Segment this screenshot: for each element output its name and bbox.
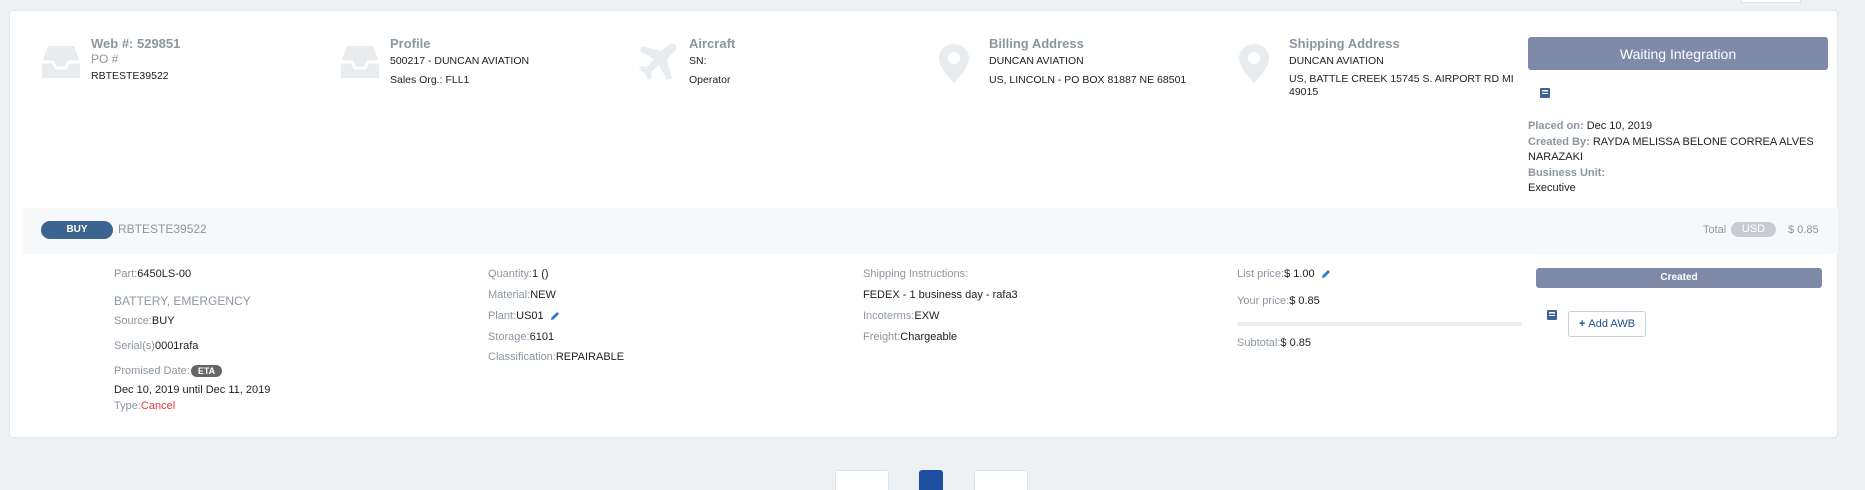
add-awb-label: Add AWB (1588, 318, 1636, 330)
part-description: BATTERY, EMERGENCY (114, 294, 251, 308)
total-label: Total (1703, 224, 1727, 236)
inbox-icon (339, 40, 381, 82)
billing-info: Billing Address DUNCAN AVIATION US, LINC… (989, 36, 1186, 90)
placed-on-value: Dec 10, 2019 (1586, 120, 1653, 132)
profile-customer: 500217 - DUNCAN AVIATION (390, 55, 530, 67)
pagination-next[interactable] (974, 470, 1028, 490)
airplane-icon (638, 40, 680, 82)
edit-price-pencil-icon[interactable] (1321, 269, 1331, 279)
map-pin-icon (1235, 42, 1273, 84)
item-status-badge: Created (1536, 268, 1822, 288)
material-value: NEW (530, 289, 556, 301)
profile-sales-org: Sales Org.: FLL1 (390, 74, 470, 86)
shipping-instructions-value: FEDEX - 1 business day - rafa3 (863, 289, 1018, 301)
freight-value: Chargeable (900, 331, 958, 343)
list-price-value: $ 1.00 (1284, 268, 1315, 280)
aircraft-title: Aircraft (689, 36, 736, 51)
order-meta: Placed on: Dec 10, 2019 Created By: RAYD… (1528, 119, 1828, 197)
pagination-prev[interactable] (835, 470, 889, 490)
eta-badge: ETA (190, 365, 223, 378)
order-number: RBTESTE39522 (118, 222, 207, 236)
shipping-instructions-label: Shipping Instructions: (863, 268, 969, 280)
billing-name: DUNCAN AVIATION (989, 55, 1084, 67)
promised-date-row: Promised Date: ETA (114, 365, 223, 378)
your-price-row: Your price:$ 0.85 (1237, 295, 1320, 307)
incoterms-row: Incoterms:EXW (863, 310, 940, 322)
top-tab-remnant (1741, 0, 1801, 3)
list-price-row: List price:$ 1.00 (1237, 268, 1331, 280)
map-pin-icon (935, 42, 973, 84)
type-row: Type:Cancel (114, 400, 176, 412)
subtotal-row: Subtotal:$ 0.85 (1237, 337, 1312, 349)
plant-row: Plant:US01 (488, 310, 560, 322)
billing-address: US, LINCOLN - PO BOX 81887 NE 68501 (989, 74, 1187, 86)
freight-row: Freight:Chargeable (863, 331, 958, 343)
business-unit-label: Business Unit: (1528, 166, 1606, 179)
aircraft-operator: Operator (689, 74, 731, 86)
add-awb-button[interactable]: + Add AWB (1568, 311, 1646, 337)
inbox-icon (40, 40, 82, 82)
source-value: BUY (151, 315, 175, 327)
source-row: Source:BUY (114, 315, 175, 327)
subtotal-value: $ 0.85 (1280, 337, 1312, 349)
po-label: PO # (91, 52, 119, 66)
web-info: Web #: 529851 PO # RBTESTE39522 (91, 36, 180, 86)
po-number: RBTESTE39522 (91, 70, 169, 82)
quantity-value: 1 () (532, 268, 549, 280)
storage-row: Storage:6101 (488, 331, 555, 343)
aircraft-sn: SN: (689, 55, 707, 67)
quantity-row: Quantity:1 () (488, 268, 549, 280)
part-row: Part:6450LS-00 (114, 268, 192, 280)
your-price-value: $ 0.85 (1289, 295, 1320, 307)
currency-badge: USD (1731, 222, 1776, 237)
business-unit-value: Executive (1528, 182, 1576, 194)
serial-row: Serial(s)0001rafa (114, 340, 199, 352)
order-summary-bar (23, 208, 1838, 254)
classification-row: Classification:REPAIRABLE (488, 351, 625, 363)
classification-value: REPAIRABLE (555, 351, 625, 363)
placed-on-label: Placed on: (1528, 120, 1584, 132)
web-number: Web #: 529851 (91, 36, 181, 51)
plant-value: US01 (516, 310, 544, 322)
type-value: Cancel (140, 400, 176, 412)
material-row: Material:NEW (488, 289, 556, 301)
book-icon[interactable] (1546, 308, 1558, 320)
profile-info: Profile 500217 - DUNCAN AVIATION Sales O… (390, 36, 529, 90)
billing-title: Billing Address (989, 36, 1084, 51)
order-type-badge: BUY (41, 221, 113, 239)
book-icon[interactable] (1539, 86, 1551, 98)
shipping-info: Shipping Address DUNCAN AVIATION US, BAT… (1289, 36, 1529, 99)
storage-value: 6101 (529, 331, 555, 343)
order-status-badge: Waiting Integration (1528, 37, 1828, 70)
total-value: $ 0.85 (1788, 224, 1819, 236)
promised-range: Dec 10, 2019 until Dec 11, 2019 (114, 384, 271, 396)
plus-icon: + (1578, 318, 1586, 330)
serial-value: 0001rafa (154, 340, 199, 352)
price-divider (1237, 322, 1522, 326)
shipping-title: Shipping Address (1289, 36, 1400, 51)
incoterms-value: EXW (914, 310, 940, 322)
aircraft-info: Aircraft SN: Operator (689, 36, 735, 90)
part-number: 6450LS-00 (137, 268, 192, 280)
profile-title: Profile (390, 36, 431, 51)
created-by-label: Created By: (1528, 135, 1590, 148)
shipping-address: US, BATTLE CREEK 15745 S. AIRPORT RD MI … (1289, 73, 1514, 98)
edit-plant-pencil-icon[interactable] (550, 311, 560, 321)
shipping-name: DUNCAN AVIATION (1289, 55, 1384, 67)
pagination-page-active[interactable] (919, 470, 943, 490)
